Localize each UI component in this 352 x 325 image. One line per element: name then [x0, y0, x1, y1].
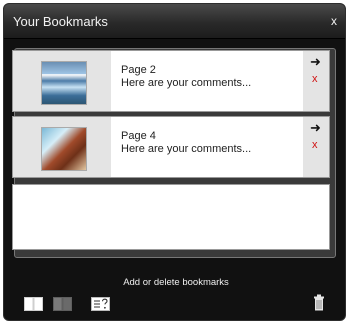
bookmark-page: Page 4: [121, 130, 156, 142]
bookmark-row[interactable]: Page 4 Here are your comments... ➜ x: [12, 116, 330, 178]
bookmark-actions: ➜ x: [303, 51, 329, 111]
trash-icon[interactable]: [313, 294, 325, 311]
close-button[interactable]: x: [331, 14, 337, 28]
delete-bookmark-button[interactable]: x: [312, 73, 318, 85]
bookmark-row[interactable]: Page 2 Here are your comments... ➜ x: [12, 50, 330, 112]
bookmark-comment[interactable]: Here are your comments...: [121, 77, 251, 90]
empty-bookmark-slot[interactable]: [12, 184, 330, 250]
bookmark-info: Page 4 Here are your comments...: [121, 130, 251, 156]
page-thumbnail[interactable]: [41, 61, 87, 105]
delete-bookmark-button[interactable]: x: [312, 139, 318, 151]
arrow-right-icon[interactable]: ➜: [310, 120, 321, 136]
note-help-icon[interactable]: [91, 297, 110, 311]
title-bar: Your Bookmarks x: [4, 4, 345, 39]
bookmark-info: Page 2 Here are your comments...: [121, 64, 251, 90]
open-book-icon[interactable]: [24, 297, 43, 311]
arrow-right-icon[interactable]: ➜: [310, 54, 321, 70]
bookmark-actions: ➜ x: [303, 117, 329, 177]
panel-title: Your Bookmarks: [13, 14, 108, 29]
thumbnail-frame: [13, 117, 111, 177]
thumbnail-frame: [13, 51, 111, 111]
footer-hint: Add or delete bookmarks: [123, 277, 229, 288]
bookmark-comment[interactable]: Here are your comments...: [121, 143, 251, 156]
closed-book-icon[interactable]: [53, 297, 72, 311]
page-thumbnail[interactable]: [41, 127, 87, 171]
bookmark-page: Page 2: [121, 64, 156, 76]
